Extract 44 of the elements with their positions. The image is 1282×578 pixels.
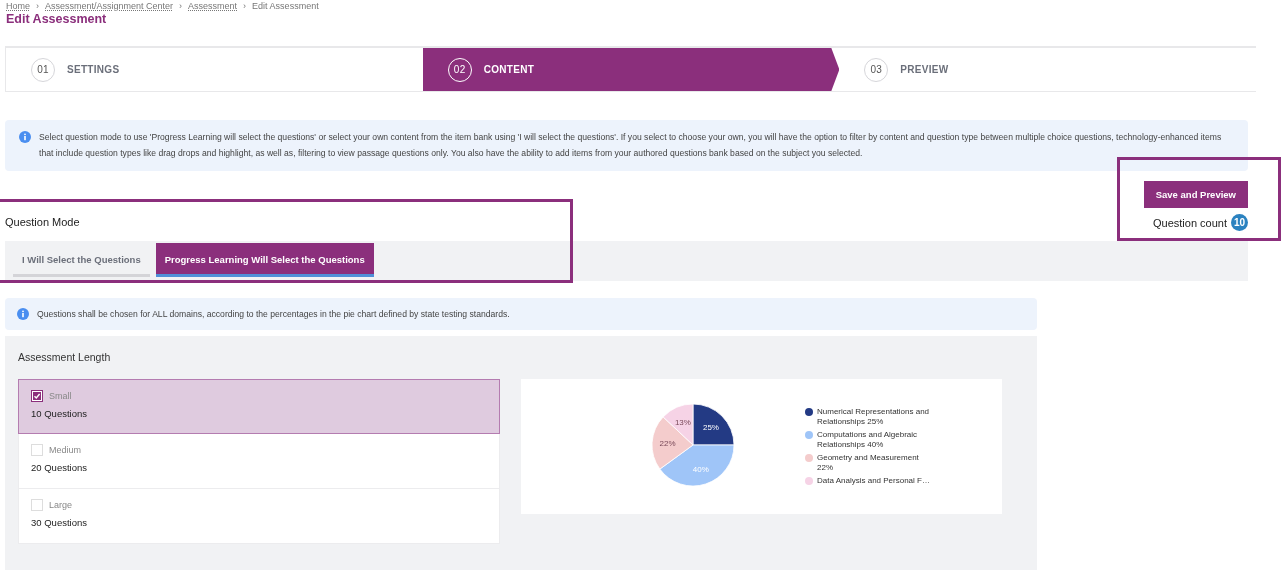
save-and-preview-button[interactable]: Save and Preview: [1143, 181, 1248, 208]
checkbox[interactable]: [31, 390, 43, 402]
step-label: CONTENT: [483, 64, 535, 75]
step-label: SETTINGS: [67, 64, 120, 75]
step-label: PREVIEW: [900, 64, 949, 75]
slice-label: 40%: [692, 464, 709, 474]
breadcrumb-link[interactable]: Edit Assessment: [252, 1, 319, 12]
slice-label: 22%: [659, 438, 676, 448]
option-question-count: 20 Questions: [31, 462, 88, 473]
length-option[interactable]: Small 10 Questions: [18, 379, 500, 434]
option-name: Large: [49, 500, 73, 510]
breadcrumb-link[interactable]: Home: [6, 1, 30, 12]
option-question-count: 10 Questions: [31, 408, 88, 419]
mode-tab[interactable]: I Will Select the Questions: [13, 243, 150, 277]
slice-label: 13%: [674, 417, 691, 427]
legend-label: Numerical Representations and Relationships 25%: [817, 407, 931, 427]
breadcrumb-link[interactable]: Assessment/Assignment Center: [45, 1, 174, 12]
option-name: Medium: [49, 445, 81, 455]
info-icon: [17, 308, 29, 320]
option-question-count: 30 Questions: [31, 517, 88, 528]
wizard-step[interactable]: 03 PREVIEW: [839, 48, 1256, 91]
option-name: Small: [49, 391, 72, 401]
legend-label: Geometry and Measurement 22%: [817, 453, 920, 473]
question-mode-label: Question Mode: [5, 216, 80, 230]
info-text: Questions shall be chosen for ALL domains, according to the percentages in the pie chart defined by state testing standards.: [37, 309, 510, 319]
breadcrumb-link[interactable]: Assessment: [188, 1, 238, 12]
check-icon: [33, 392, 41, 400]
breadcrumb-separator: ›: [243, 1, 247, 12]
wizard-step[interactable]: 02 CONTENT: [422, 48, 840, 91]
question-count-badge: 10: [1231, 214, 1248, 231]
info-text: Select question mode to use 'Progress Learning will select the questions' or select your own content from the item bank using 'I will select the questions'. If you select to choose your own, you will have the option to filter by content and question type between multiple choice questions, technology-enhanced items that include question types like drag drops and highlight, as well as, filtering to view passage questions only. You also have the ability to add items from your authored questions bank based on the subject you selected.: [39, 131, 1223, 160]
info-icon: [19, 131, 31, 143]
question-count-label: Question count: [1153, 216, 1227, 229]
breadcrumb-separator: ›: [179, 1, 183, 12]
length-option[interactable]: Medium 20 Questions: [18, 434, 500, 489]
legend-label: Data Analysis and Personal F…: [817, 476, 930, 486]
legend-label: Computations and Algebraic Relationships 40%: [817, 430, 919, 450]
breadcrumb-separator: ›: [36, 1, 39, 12]
section-title: Assessment Length: [18, 351, 112, 363]
page-title: Edit Assessment: [5, 12, 108, 26]
wizard-step[interactable]: 01 SETTINGS: [6, 48, 423, 91]
length-option[interactable]: Large 30 Questions: [18, 489, 500, 544]
mode-tab[interactable]: Progress Learning Will Select the Questions: [155, 243, 374, 277]
slice-label: 25%: [702, 422, 719, 432]
